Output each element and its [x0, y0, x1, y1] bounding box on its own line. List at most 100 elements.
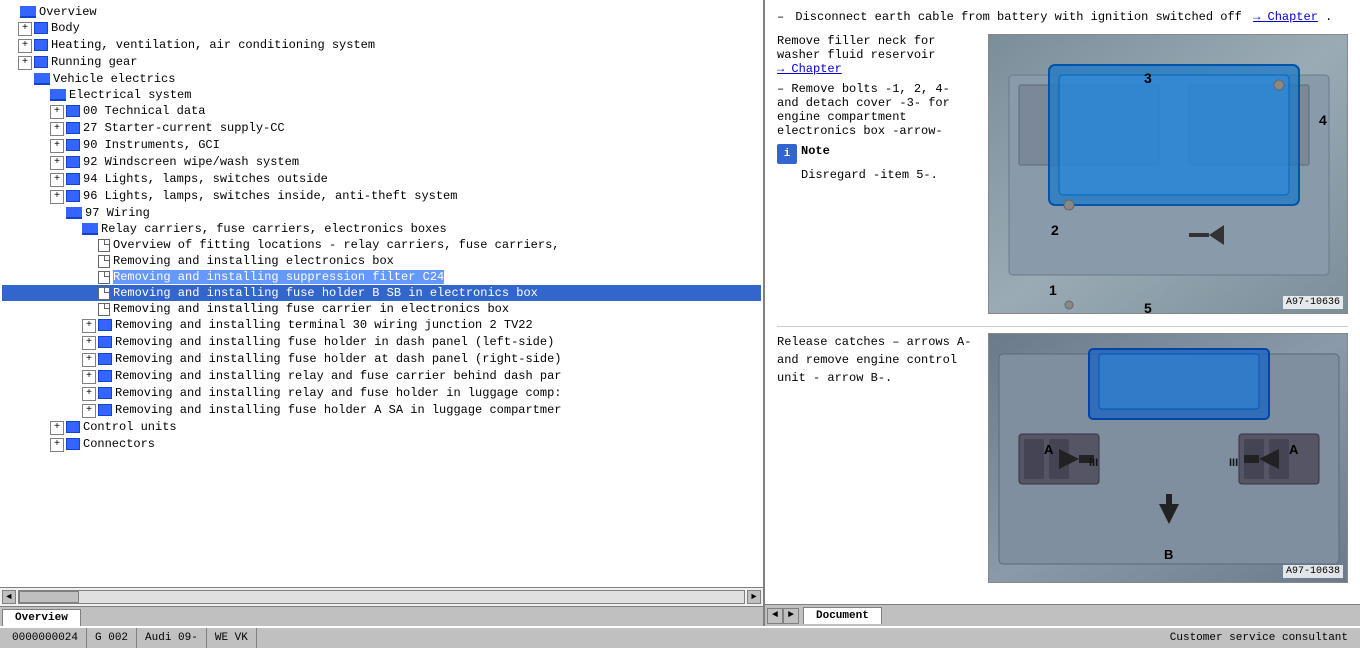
item-label: Control units — [83, 420, 177, 434]
book-icon — [82, 223, 98, 235]
expand-icon[interactable]: + — [82, 336, 96, 350]
tree-item-removing-fuse-dash-left[interactable]: +Removing and installing fuse holder in … — [2, 334, 761, 351]
svg-text:2: 2 — [1051, 222, 1059, 238]
tab-overview[interactable]: Overview — [2, 609, 81, 626]
engine-svg-2: III III A A B — [989, 334, 1348, 583]
bullet-icon — [66, 421, 80, 433]
horizontal-scrollbar[interactable] — [18, 590, 745, 604]
tree-item-connectors[interactable]: +Connectors — [2, 436, 761, 453]
expand-icon[interactable]: + — [18, 56, 32, 70]
bullet-icon — [34, 39, 48, 51]
item-label: 00 Technical data — [83, 104, 205, 118]
bullet-icon — [98, 387, 112, 399]
svg-text:1: 1 — [1049, 282, 1057, 298]
item-label: Removing and installing terminal 30 wiri… — [115, 318, 533, 332]
tab-bar-left: Overview — [0, 606, 763, 626]
nav-prev-arrow[interactable]: ◄ — [767, 608, 783, 624]
svg-text:3: 3 — [1144, 70, 1152, 86]
note-text: Disregard -item 5-. — [801, 168, 977, 182]
tree-item-overview[interactable]: Overview — [2, 4, 761, 20]
bullet-icon — [98, 336, 112, 348]
scroll-right-arrow[interactable]: ► — [747, 590, 761, 604]
scroll-left-arrow[interactable]: ◄ — [2, 590, 16, 604]
item-label: 96 Lights, lamps, switches inside, anti-… — [83, 189, 457, 203]
doc-icon — [98, 271, 110, 284]
tree-item-removing-fuse-carrier[interactable]: Removing and installing fuse carrier in … — [2, 301, 761, 317]
bullet-icon — [34, 22, 48, 34]
svg-text:5: 5 — [1144, 300, 1152, 314]
chapter-link-2[interactable]: → Chapter — [777, 62, 842, 76]
expand-icon[interactable]: + — [50, 105, 64, 119]
instruction-section-4: III III A A B — [777, 333, 1348, 587]
bullet-icon — [98, 404, 112, 416]
tree-item-removing-electronics[interactable]: Removing and installing electronics box — [2, 253, 761, 269]
scrollbar-thumb[interactable] — [19, 591, 79, 603]
item-label: Removing and installing fuse holder at d… — [115, 352, 561, 366]
expand-icon[interactable]: + — [50, 156, 64, 170]
tree-container[interactable]: Overview+Body+Heating, ventilation, air … — [0, 0, 763, 587]
bullet-icon — [66, 156, 80, 168]
nav-next-arrow[interactable]: ► — [783, 608, 799, 624]
right-content[interactable]: – Disconnect earth cable from battery wi… — [765, 0, 1360, 604]
instruction-section-1: – Disconnect earth cable from battery wi… — [777, 8, 1348, 26]
tree-item-overview-fitting[interactable]: Overview of fitting locations - relay ca… — [2, 237, 761, 253]
tree-item-electrical-system[interactable]: Electrical system — [2, 87, 761, 103]
separator-1 — [777, 326, 1348, 327]
instruction-text-2: Remove filler neck for washer fluid rese… — [777, 34, 935, 62]
expand-icon[interactable]: + — [50, 190, 64, 204]
tree-item-92-windscreen[interactable]: +92 Windscreen wipe/wash system — [2, 154, 761, 171]
item-label: Overview of fitting locations - relay ca… — [113, 238, 559, 252]
tree-item-removing-terminal-30[interactable]: + Removing and installing terminal 30 wir… — [2, 317, 761, 334]
svg-text:III: III — [1089, 457, 1098, 469]
tree-item-control-units[interactable]: + Control units — [2, 419, 761, 436]
tree-item-96-lights-in[interactable]: +96 Lights, lamps, switches inside, anti… — [2, 188, 761, 205]
tree-item-running-gear[interactable]: +Running gear — [2, 54, 761, 71]
left-scrollbar-area: ◄ ► — [0, 587, 763, 606]
tree-item-removing-fuse-holder-sb[interactable]: Removing and installing fuse holder B SB… — [2, 285, 761, 301]
tree-item-90-instruments[interactable]: +90 Instruments, GCI — [2, 137, 761, 154]
expand-icon[interactable]: + — [50, 438, 64, 452]
expand-icon[interactable]: + — [82, 387, 96, 401]
image2-ref: A97-10638 — [1283, 565, 1343, 578]
expand-icon[interactable]: + — [50, 139, 64, 153]
item-label: Removing and installing suppression filt… — [113, 270, 444, 284]
expand-icon[interactable]: + — [82, 370, 96, 384]
tree-item-removing-relay-luggage1[interactable]: +Removing and installing relay and fuse … — [2, 385, 761, 402]
svg-text:4: 4 — [1319, 112, 1327, 128]
engine-image-1: 1 2 3 4 5 A97-10636 — [988, 34, 1348, 314]
expand-icon[interactable]: + — [82, 353, 96, 367]
tree-item-27-starter[interactable]: +27 Starter-current supply-CC — [2, 120, 761, 137]
tree-item-removing-relay-dash[interactable]: +Removing and installing relay and fuse … — [2, 368, 761, 385]
bullet-dash-2: – — [777, 82, 791, 96]
image1-ref: A97-10636 — [1283, 296, 1343, 309]
tree-item-removing-fuse-holder-sa[interactable]: +Removing and installing fuse holder A S… — [2, 402, 761, 419]
expand-icon[interactable]: + — [82, 404, 96, 418]
instructions-left-col: Remove filler neck for washer fluid rese… — [777, 34, 977, 182]
tree-item-removing-fuse-dash-right[interactable]: + Removing and installing fuse holder at … — [2, 351, 761, 368]
tree-item-removing-suppression[interactable]: Removing and installing suppression filt… — [2, 269, 761, 285]
expand-icon[interactable]: + — [50, 122, 64, 136]
expand-icon[interactable]: + — [50, 173, 64, 187]
tree-item-hvac[interactable]: + Heating, ventilation, air conditioning … — [2, 37, 761, 54]
tree-item-vehicle-electrics[interactable]: Vehicle electrics — [2, 71, 761, 87]
item-label: Heating, ventilation, air conditioning s… — [51, 38, 375, 52]
expand-icon[interactable]: + — [18, 39, 32, 53]
doc-icon — [98, 255, 110, 268]
svg-text:A: A — [1289, 442, 1299, 457]
expand-icon[interactable]: + — [82, 319, 96, 333]
bullet-icon — [98, 319, 112, 331]
expand-icon[interactable]: + — [18, 22, 32, 36]
tree-item-body[interactable]: +Body — [2, 20, 761, 37]
tab-document[interactable]: Document — [803, 607, 882, 624]
tree-item-97-wiring[interactable]: 97 Wiring — [2, 205, 761, 221]
instruction-text-4: Release catches – arrows A- and remove e… — [777, 335, 971, 385]
doc-icon — [98, 239, 110, 252]
instruction-2-block: Remove filler neck for washer fluid rese… — [777, 34, 977, 76]
tree-item-00-tech[interactable]: +00 Technical data — [2, 103, 761, 120]
svg-text:III: III — [1229, 457, 1238, 469]
chapter-link-1[interactable]: → Chapter — [1253, 10, 1318, 24]
engine-svg-1: 1 2 3 4 5 — [989, 35, 1348, 314]
expand-icon[interactable]: + — [50, 421, 64, 435]
tree-item-relay-carriers[interactable]: Relay carriers, fuse carriers, electroni… — [2, 221, 761, 237]
tree-item-94-lights-out[interactable]: +94 Lights, lamps, switches outside — [2, 171, 761, 188]
